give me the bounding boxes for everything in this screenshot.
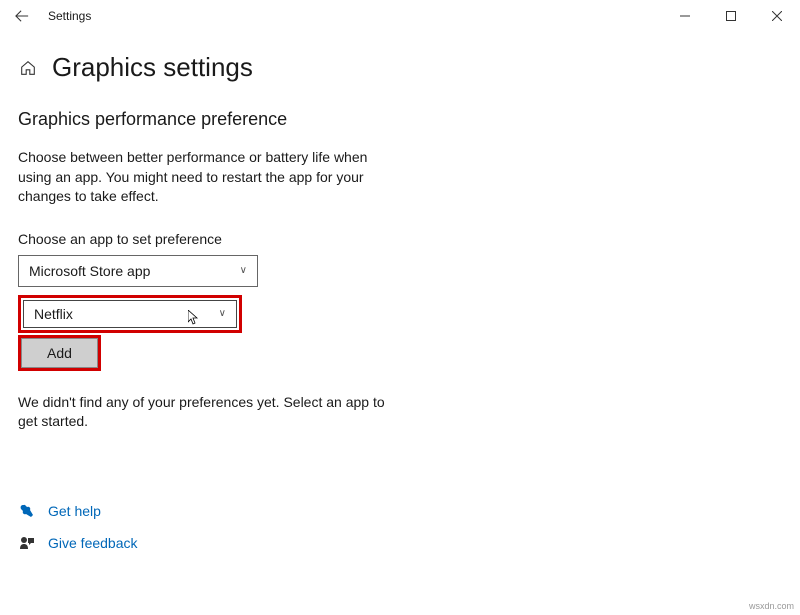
watermark: wsxdn.com	[749, 601, 794, 611]
arrow-left-icon	[15, 9, 29, 23]
home-icon[interactable]	[18, 58, 38, 78]
titlebar: Settings	[0, 0, 800, 32]
app-select-dropdown[interactable]: Netflix ∨	[23, 300, 237, 328]
cursor-icon	[188, 310, 200, 326]
window-controls	[662, 0, 800, 32]
give-feedback-link[interactable]: Give feedback	[48, 535, 138, 551]
page-title: Graphics settings	[52, 52, 253, 83]
app-type-dropdown[interactable]: Microsoft Store app ∨	[18, 255, 258, 287]
empty-state-message: We didn't find any of your preferences y…	[18, 393, 388, 432]
help-icon	[18, 502, 36, 520]
chevron-down-icon: ∨	[240, 265, 247, 276]
minimize-button[interactable]	[662, 0, 708, 32]
window-title: Settings	[48, 9, 91, 23]
page-header: Graphics settings	[18, 52, 782, 83]
section-title: Graphics performance preference	[18, 109, 782, 130]
choose-app-label: Choose an app to set preference	[18, 231, 782, 247]
feedback-icon	[18, 534, 36, 552]
app-select-highlight: Netflix ∨	[18, 295, 242, 333]
add-button-highlight: Add	[18, 335, 101, 371]
house-icon	[19, 59, 37, 77]
help-links: Get help Give feedback	[18, 502, 782, 552]
get-help-row: Get help	[18, 502, 782, 520]
section-description: Choose between better performance or bat…	[18, 148, 378, 207]
minimize-icon	[680, 11, 690, 21]
app-select-value: Netflix	[34, 306, 73, 322]
close-icon	[772, 11, 782, 21]
add-button-label: Add	[47, 345, 72, 361]
give-feedback-row: Give feedback	[18, 534, 782, 552]
back-button[interactable]	[6, 0, 38, 32]
add-button[interactable]: Add	[21, 338, 98, 368]
app-type-value: Microsoft Store app	[29, 263, 150, 279]
chevron-down-icon: ∨	[219, 308, 226, 319]
get-help-link[interactable]: Get help	[48, 503, 101, 519]
maximize-button[interactable]	[708, 0, 754, 32]
content-area: Graphics settings Graphics performance p…	[0, 32, 800, 552]
maximize-icon	[726, 11, 736, 21]
close-button[interactable]	[754, 0, 800, 32]
